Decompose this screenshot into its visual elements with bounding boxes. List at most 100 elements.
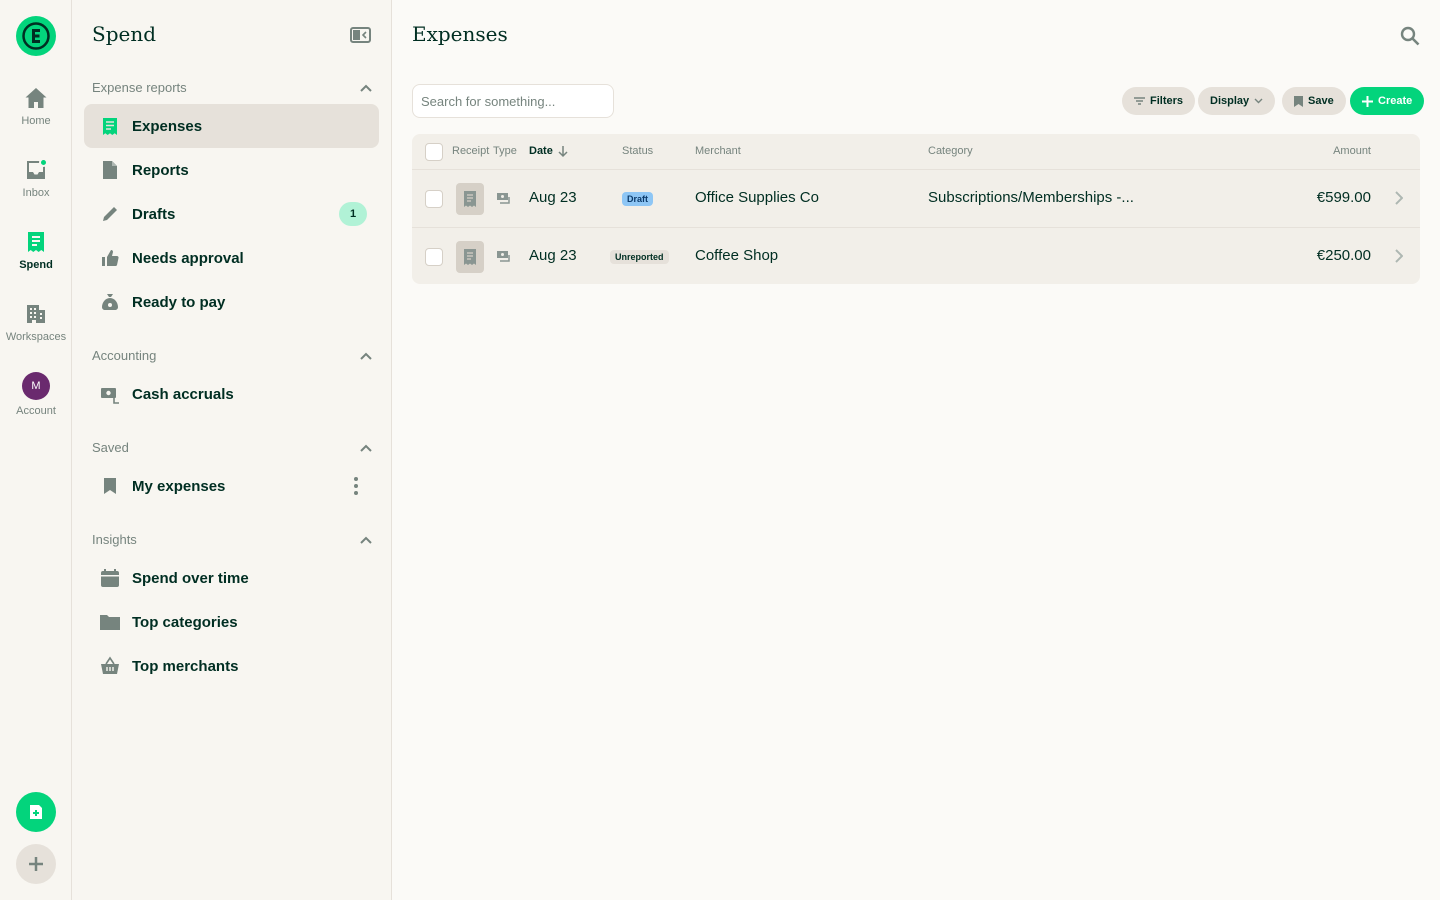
chevron-up-icon	[360, 84, 372, 92]
section-expense-reports[interactable]: Expense reports	[92, 80, 372, 95]
column-type[interactable]: Type	[493, 145, 517, 157]
column-status[interactable]: Status	[622, 145, 653, 157]
create-button[interactable]: Create	[1350, 87, 1425, 115]
main-content: Expenses Filters Display Save Create Rec…	[392, 0, 1440, 900]
table-row[interactable]: Aug 23 Draft Office Supplies Co Subscrip…	[412, 170, 1420, 227]
column-merchant[interactable]: Merchant	[695, 145, 741, 157]
table-header: Receipt Type Date Status Merchant Catego…	[412, 134, 1420, 170]
section-accounting[interactable]: Accounting	[92, 348, 372, 363]
page-title: Expenses	[412, 22, 508, 46]
sidebar-item-label: Drafts	[132, 205, 176, 223]
pencil-icon	[103, 207, 117, 221]
avatar: M	[22, 372, 50, 400]
section-label: Expense reports	[92, 80, 187, 95]
section-label: Insights	[92, 532, 137, 547]
bookmark-icon	[1294, 95, 1303, 107]
spend-sidebar: Spend Expense reports Expenses Reports D…	[72, 0, 392, 900]
filters-button[interactable]: Filters	[1122, 87, 1196, 115]
row-date: Aug 23	[529, 189, 577, 206]
plus-icon	[1362, 95, 1373, 107]
column-receipt[interactable]: Receipt	[452, 145, 489, 157]
search-icon	[1400, 26, 1420, 46]
rail-home[interactable]: Home	[0, 86, 72, 127]
scan-receipt-icon	[30, 805, 42, 819]
sidebar-item-top-categories[interactable]: Top categories	[84, 600, 379, 644]
create-plus-button[interactable]	[16, 844, 56, 884]
sidebar-item-needs-approval[interactable]: Needs approval	[84, 236, 379, 280]
sidebar-item-expenses[interactable]: Expenses	[84, 104, 379, 148]
save-label: Save	[1308, 95, 1334, 107]
search-input[interactable]	[412, 84, 614, 118]
rail-inbox[interactable]: Inbox	[0, 158, 72, 199]
rail-spend-label: Spend	[19, 259, 53, 271]
rail-home-label: Home	[21, 115, 51, 127]
receipt-thumbnail[interactable]	[456, 241, 484, 273]
row-amount: €250.00	[1316, 247, 1371, 264]
section-saved[interactable]: Saved	[92, 440, 372, 455]
row-checkbox[interactable]	[425, 248, 443, 266]
sidebar-collapse-icon	[350, 27, 371, 43]
chevron-right-icon[interactable]	[1395, 191, 1403, 205]
money-bag-icon	[102, 294, 118, 310]
expensify-logo[interactable]	[16, 16, 56, 56]
folder-icon	[100, 615, 120, 630]
collapse-sidebar-button[interactable]	[350, 26, 372, 49]
rail-workspaces[interactable]: Workspaces	[0, 302, 72, 343]
bookmark-icon	[104, 478, 116, 494]
sidebar-title: Spend	[92, 22, 157, 46]
rail-account[interactable]: M Account	[0, 372, 72, 417]
receipt-placeholder-icon	[464, 191, 476, 207]
status-badge: Draft	[622, 192, 654, 206]
basket-icon	[101, 656, 119, 674]
section-insights[interactable]: Insights	[92, 532, 372, 547]
column-date[interactable]: Date	[529, 145, 553, 157]
new-expense-button[interactable]	[16, 792, 56, 832]
drafts-count-badge: 1	[339, 202, 367, 226]
building-icon	[27, 305, 45, 323]
row-checkbox[interactable]	[425, 190, 443, 208]
receipt-icon	[28, 232, 44, 252]
chevron-up-icon	[360, 536, 372, 544]
chevron-up-icon	[360, 444, 372, 452]
receipt-icon	[103, 118, 117, 135]
sidebar-item-my-expenses[interactable]: My expenses	[84, 464, 379, 508]
column-category[interactable]: Category	[928, 145, 973, 157]
filters-label: Filters	[1150, 95, 1184, 107]
row-date: Aug 23	[529, 247, 577, 264]
save-button[interactable]: Save	[1282, 87, 1346, 115]
sidebar-item-label: Top merchants	[132, 657, 239, 675]
document-icon	[103, 161, 117, 179]
receipt-thumbnail[interactable]	[456, 183, 484, 215]
chevron-down-icon	[1254, 98, 1263, 104]
global-search-button[interactable]	[1400, 26, 1420, 51]
display-label: Display	[1210, 95, 1250, 107]
column-amount[interactable]: Amount	[1333, 145, 1371, 157]
sidebar-item-label: Spend over time	[132, 569, 249, 587]
rail-spend[interactable]: Spend	[0, 230, 72, 271]
kebab-menu-icon	[354, 477, 358, 495]
display-button[interactable]: Display	[1198, 87, 1276, 115]
rail-workspaces-label: Workspaces	[5, 331, 67, 343]
filter-icon	[1134, 97, 1145, 105]
more-options-button[interactable]	[353, 476, 359, 501]
select-all-checkbox[interactable]	[425, 143, 443, 161]
sidebar-item-drafts[interactable]: Drafts 1	[84, 192, 379, 236]
sidebar-item-cash-accruals[interactable]: Cash accruals	[84, 372, 379, 416]
expensify-e-icon	[22, 22, 50, 50]
sidebar-item-label: Top categories	[132, 613, 238, 631]
cash-icon	[497, 251, 510, 262]
sidebar-item-spend-over-time[interactable]: Spend over time	[84, 556, 379, 600]
chevron-up-icon	[360, 352, 372, 360]
chevron-right-icon[interactable]	[1395, 249, 1403, 263]
sidebar-item-label: Ready to pay	[132, 293, 226, 311]
table-row[interactable]: Aug 23 Unreported Coffee Shop €250.00	[412, 227, 1420, 284]
home-icon	[25, 88, 47, 108]
sidebar-item-ready-to-pay[interactable]: Ready to pay	[84, 280, 379, 324]
plus-icon	[29, 857, 43, 871]
sort-descending-icon[interactable]	[558, 146, 568, 158]
sidebar-item-reports[interactable]: Reports	[84, 148, 379, 192]
row-amount: €599.00	[1316, 189, 1371, 206]
expenses-table: Receipt Type Date Status Merchant Catego…	[412, 134, 1420, 284]
sidebar-item-top-merchants[interactable]: Top merchants	[84, 644, 379, 688]
section-label: Accounting	[92, 348, 157, 363]
